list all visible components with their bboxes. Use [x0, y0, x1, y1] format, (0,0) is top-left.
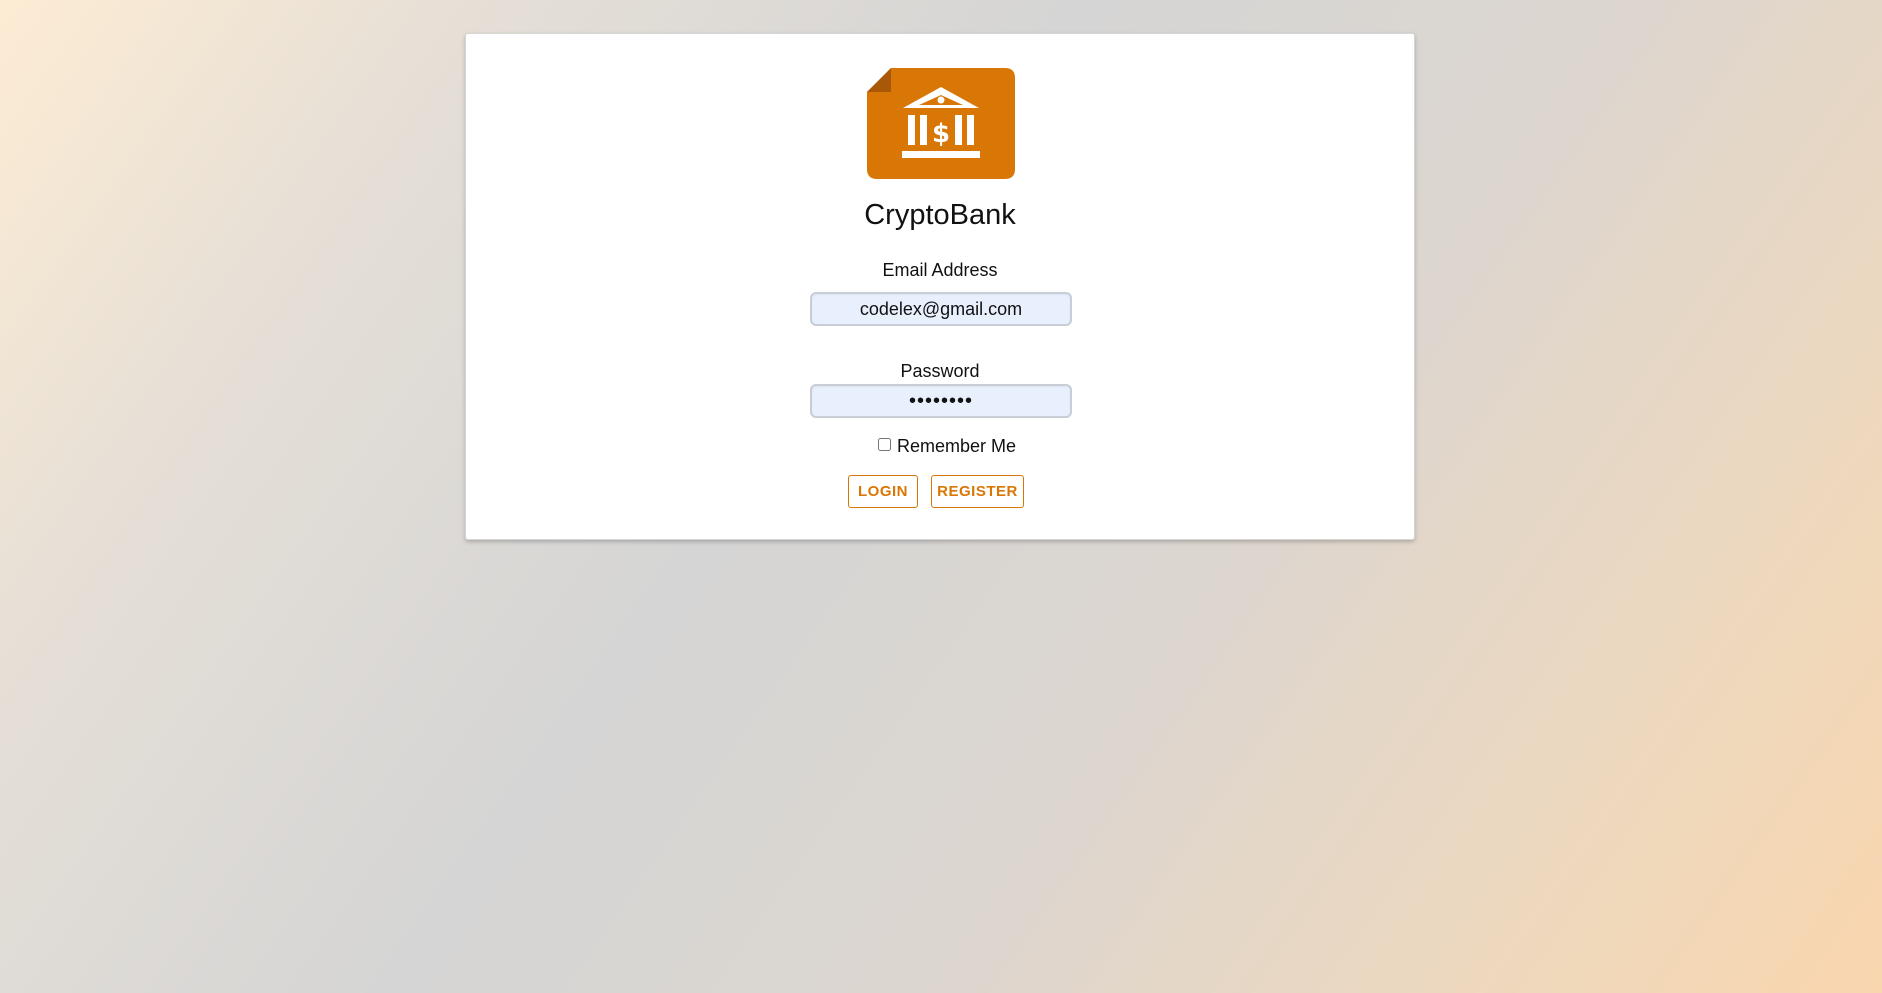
svg-text:$: $: [932, 119, 950, 149]
login-card: $ CryptoBank Email Address Password Reme…: [465, 33, 1415, 540]
remember-me-checkbox[interactable]: [877, 438, 891, 451]
password-field[interactable]: [810, 384, 1072, 418]
app-title: CryptoBank: [864, 199, 1016, 231]
remember-me-row[interactable]: Remember Me: [466, 436, 1414, 457]
email-label: Email Address: [882, 260, 998, 280]
remember-me-label: Remember Me: [896, 436, 1017, 456]
password-label: Password: [900, 361, 980, 381]
email-field[interactable]: [810, 292, 1072, 326]
bank-logo-icon: $: [867, 68, 1015, 179]
register-button[interactable]: REGISTER: [931, 475, 1024, 508]
login-button[interactable]: LOGIN: [848, 475, 918, 508]
